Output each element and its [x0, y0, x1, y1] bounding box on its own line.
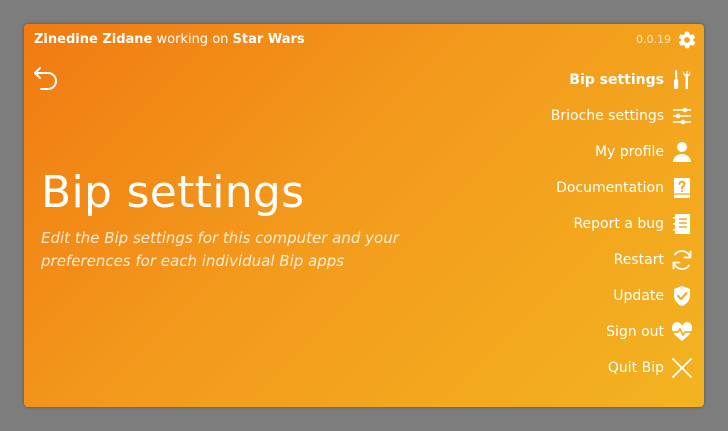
heartbeat-icon [670, 320, 694, 344]
menu-label: Update [613, 288, 664, 304]
menu-item-brioche-settings[interactable]: Brioche settings [551, 98, 694, 134]
sliders-icon [670, 104, 694, 128]
menu-item-quit[interactable]: Quit Bip [608, 350, 694, 386]
close-icon [670, 356, 694, 380]
help-book-icon [670, 176, 694, 200]
page-title: Bip settings [41, 167, 305, 218]
context-bar: Zinedine Zidane working on Star Wars [34, 32, 305, 47]
shield-check-icon [670, 284, 694, 308]
back-arrow-icon[interactable] [31, 62, 63, 94]
menu-item-bip-settings[interactable]: Bip settings [569, 62, 694, 98]
menu-label: My profile [594, 144, 664, 160]
project-name: Star Wars [232, 32, 305, 47]
refresh-icon [670, 248, 694, 272]
user-icon [670, 140, 694, 164]
settings-menu: Bip settings Brioche settings My profile… [551, 62, 694, 386]
menu-label: Report a bug [573, 216, 664, 232]
menu-item-documentation[interactable]: Documentation [556, 170, 694, 206]
tools-icon [670, 68, 694, 92]
working-on-text: working on [156, 32, 229, 47]
menu-label: Quit Bip [607, 360, 664, 376]
notebook-icon [670, 212, 694, 236]
menu-item-sign-out[interactable]: Sign out [606, 314, 694, 350]
menu-label: Bip settings [569, 72, 664, 88]
menu-item-update[interactable]: Update [613, 278, 694, 314]
user-name: Zinedine Zidane [34, 32, 153, 47]
menu-label: Restart [613, 252, 664, 268]
settings-panel: Zinedine Zidane working on Star Wars 0.0… [24, 24, 704, 407]
gear-icon[interactable] [677, 30, 697, 50]
menu-label: Sign out [606, 324, 664, 340]
menu-item-my-profile[interactable]: My profile [595, 134, 694, 170]
version-label: 0.0.19 [636, 33, 671, 46]
menu-item-report-bug[interactable]: Report a bug [573, 206, 694, 242]
menu-label: Brioche settings [550, 108, 664, 124]
page-description: Edit the Bip settings for this computer … [41, 229, 399, 270]
menu-label: Documentation [556, 180, 664, 196]
menu-item-restart[interactable]: Restart [614, 242, 694, 278]
